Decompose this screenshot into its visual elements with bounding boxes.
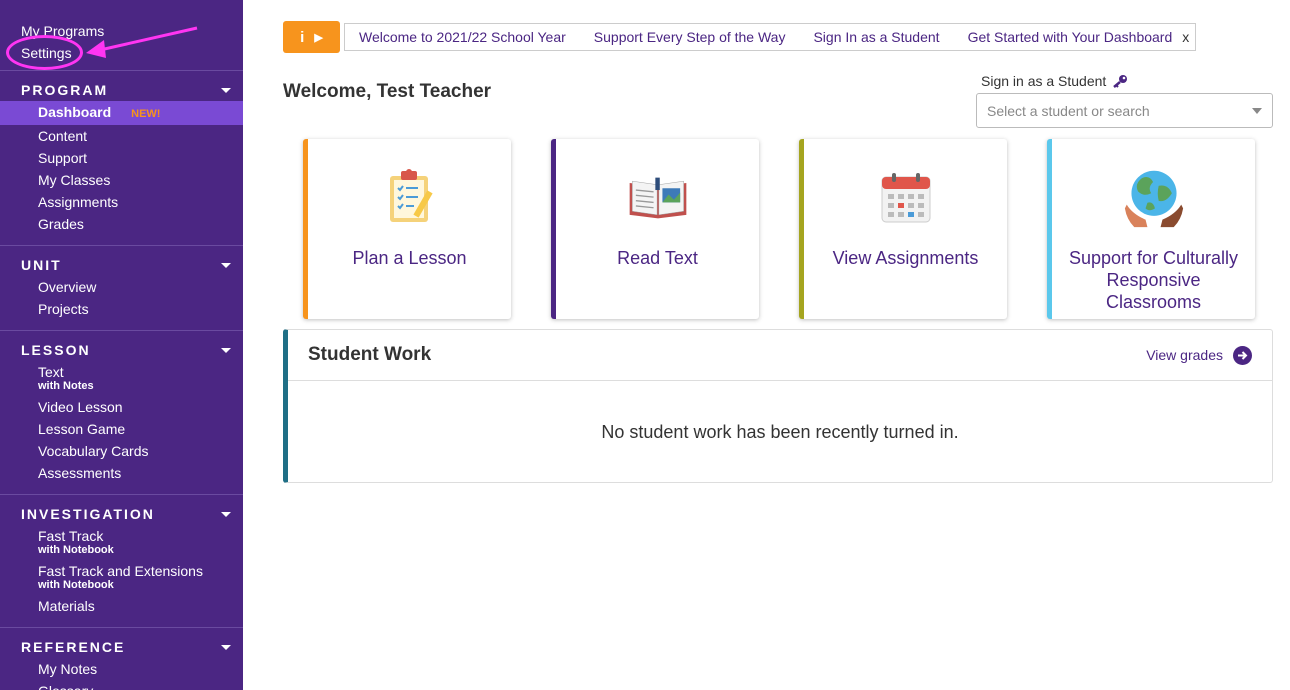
sidebar-item-assignments[interactable]: Assignments [0, 191, 243, 213]
close-icon[interactable]: x [1182, 29, 1189, 45]
caret-down-icon [221, 262, 231, 268]
section-investigation-header[interactable]: INVESTIGATION [0, 495, 243, 525]
section-title: INVESTIGATION [21, 506, 155, 522]
sidebar-item-my-notes[interactable]: My Notes [0, 658, 243, 680]
caret-down-icon [221, 644, 231, 650]
sidebar-item-label: Dashboard [38, 104, 112, 120]
signin-label: Sign in as a Student [981, 73, 1128, 89]
student-select-placeholder: Select a student or search [987, 102, 1150, 119]
section-reference: REFERENCE My Notes Glossary [0, 627, 243, 690]
sidebar-item-sub: with Notes [38, 380, 94, 392]
section-title: UNIT [21, 257, 62, 273]
section-unit-header[interactable]: UNIT [0, 246, 243, 276]
sidebar-item-assessments[interactable]: Assessments [0, 462, 243, 484]
globe-hands-icon [1123, 167, 1185, 229]
plan-lesson-card[interactable]: Plan a Lesson [303, 139, 511, 319]
sidebar-item-label: Fast Track [38, 528, 104, 544]
banner-link-sign-in[interactable]: Sign In as a Student [813, 29, 939, 45]
new-badge: NEW! [131, 108, 161, 120]
quick-action-cards: Plan a Lesson Read Text View Assignments… [303, 139, 1255, 319]
card-label: Support for Culturally Responsive Classr… [1068, 248, 1239, 312]
sidebar-item-fast-track[interactable]: Fast Track with Notebook [0, 525, 243, 560]
sidebar-item-lesson-game[interactable]: Lesson Game [0, 418, 243, 440]
sidebar-item-label: Text [38, 364, 64, 380]
section-title: LESSON [21, 342, 91, 358]
sidebar-item-fast-track-extensions[interactable]: Fast Track and Extensions with Notebook [0, 560, 243, 595]
read-text-card[interactable]: Read Text [551, 139, 759, 319]
arrow-right-icon [1233, 345, 1252, 365]
clipboard-icon [379, 167, 441, 229]
sidebar-item-projects[interactable]: Projects [0, 298, 243, 320]
sidebar-item-dashboard[interactable]: Dashboard NEW! [0, 101, 243, 125]
student-work-empty-message: No student work has been recently turned… [601, 422, 959, 442]
sidebar-item-sub: with Notebook [38, 579, 114, 591]
announcement-banner: i ▶ Welcome to 2021/22 School Year Suppo… [283, 21, 1197, 53]
sidebar-item-content[interactable]: Content [0, 125, 243, 147]
caret-down-icon [221, 511, 231, 517]
sidebar-item-glossary[interactable]: Glossary [0, 680, 243, 690]
open-book-icon [627, 167, 689, 229]
banner-link-support[interactable]: Support Every Step of the Way [594, 29, 786, 45]
view-grades-label: View grades [1146, 347, 1223, 363]
sidebar-item-overview[interactable]: Overview [0, 276, 243, 298]
section-title: REFERENCE [21, 639, 126, 655]
section-reference-header[interactable]: REFERENCE [0, 628, 243, 658]
section-investigation: INVESTIGATION Fast Track with Notebook Fa… [0, 494, 243, 627]
student-work-header: Student Work View grades [288, 330, 1272, 381]
card-label: View Assignments [832, 248, 979, 268]
chevron-down-icon [1252, 107, 1262, 114]
sidebar-item-vocabulary-cards[interactable]: Vocabulary Cards [0, 440, 243, 462]
banner-link-get-started[interactable]: Get Started with Your Dashboard [968, 29, 1173, 45]
view-assignments-card[interactable]: View Assignments [799, 139, 1007, 319]
sidebar-item-sub: with Notebook [38, 544, 114, 556]
section-program: PROGRAM Dashboard NEW! Content Support My… [0, 70, 243, 245]
key-icon [1113, 75, 1128, 88]
sidebar-item-video-lesson[interactable]: Video Lesson [0, 396, 243, 418]
banner-links: Welcome to 2021/22 School Year Support E… [344, 23, 1197, 51]
banner-link-welcome[interactable]: Welcome to 2021/22 School Year [359, 29, 566, 45]
info-toggle-button[interactable]: i ▶ [283, 21, 340, 53]
section-lesson: LESSON Text with Notes Video Lesson Lesso… [0, 330, 243, 494]
calendar-icon [875, 167, 937, 229]
card-label: Plan a Lesson [352, 248, 467, 268]
section-title: PROGRAM [21, 82, 109, 98]
chevron-right-icon: ▶ [314, 31, 323, 44]
student-work-title: Student Work [308, 344, 432, 365]
sidebar-item-grades[interactable]: Grades [0, 213, 243, 235]
sidebar-item-my-classes[interactable]: My Classes [0, 169, 243, 191]
section-unit: UNIT Overview Projects [0, 245, 243, 330]
student-select[interactable]: Select a student or search [976, 93, 1273, 128]
sidebar-item-materials[interactable]: Materials [0, 595, 243, 617]
section-lesson-header[interactable]: LESSON [0, 331, 243, 361]
student-work-panel: Student Work View grades No student work… [283, 329, 1273, 483]
culturally-responsive-card[interactable]: Support for Culturally Responsive Classr… [1047, 139, 1255, 319]
caret-down-icon [221, 87, 231, 93]
sidebar: My Programs Settings PROGRAM Dashboard NE… [0, 0, 243, 690]
sidebar-item-support[interactable]: Support [0, 147, 243, 169]
page-title: Welcome, Test Teacher [283, 81, 492, 102]
sidebar-item-text[interactable]: Text with Notes [0, 361, 243, 396]
card-label: Read Text [617, 248, 698, 268]
sidebar-item-label: Fast Track and Extensions [38, 563, 203, 579]
annotation-arrow-icon [86, 26, 198, 58]
caret-down-icon [221, 347, 231, 353]
signin-label-text: Sign in as a Student [981, 73, 1107, 89]
info-icon: i [300, 28, 305, 46]
view-grades-link[interactable]: View grades [1146, 345, 1252, 365]
